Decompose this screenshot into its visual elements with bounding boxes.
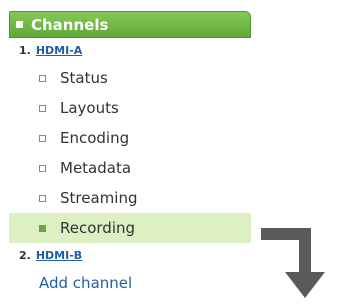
square-bullet-icon [39, 134, 46, 142]
square-bullet-icon [39, 74, 46, 82]
channels-panel: Channels 1. HDMI-A Status Layouts Encodi… [9, 11, 251, 298]
channel-heading-hdmi-b: 2. HDMI-B [9, 243, 251, 268]
square-bullet-icon [16, 21, 23, 28]
square-bullet-filled-icon [39, 224, 46, 232]
channel-number: 1. [19, 44, 31, 57]
nav-item-layouts[interactable]: Layouts [9, 93, 251, 123]
channel-link-hdmi-a[interactable]: HDMI-A [36, 44, 82, 57]
nav-item-status[interactable]: Status [9, 63, 251, 93]
nav-item-streaming[interactable]: Streaming [9, 183, 251, 213]
square-bullet-icon [39, 104, 46, 112]
nav-item-encoding[interactable]: Encoding [9, 123, 251, 153]
nav-item-label: Recording [60, 219, 136, 237]
nav-item-recording[interactable]: Recording [9, 213, 251, 243]
channels-header: Channels [9, 11, 251, 38]
down-turn-arrow-icon [261, 228, 325, 298]
add-channel-link[interactable]: Add channel [9, 268, 251, 298]
channels-title: Channels [31, 15, 109, 34]
channel-heading-hdmi-a: 1. HDMI-A [9, 38, 251, 63]
nav-item-metadata[interactable]: Metadata [9, 153, 251, 183]
channel-number: 2. [19, 249, 31, 262]
square-bullet-icon [39, 164, 46, 172]
nav-item-label: Encoding [60, 129, 130, 147]
square-bullet-icon [39, 194, 46, 202]
nav-item-label: Metadata [60, 159, 132, 177]
channel-link-hdmi-b[interactable]: HDMI-B [36, 249, 82, 262]
nav-item-label: Status [60, 69, 108, 87]
nav-item-label: Layouts [60, 99, 119, 117]
nav-item-label: Streaming [60, 189, 138, 207]
